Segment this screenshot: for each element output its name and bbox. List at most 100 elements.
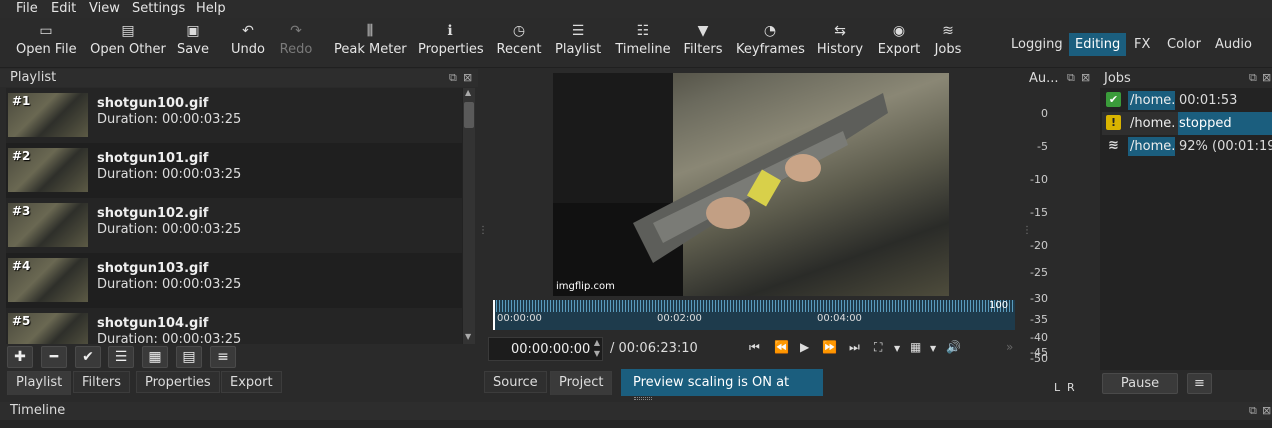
add-button[interactable]: ✚ [7,346,33,368]
scroll-up-icon[interactable]: ▲ [465,88,471,97]
float-icon[interactable]: ⧉ [449,71,457,85]
volume-icon[interactable]: 🔊 [946,340,961,354]
scroll-down-icon[interactable]: ▼ [465,332,471,341]
list-icon: ☰ [114,349,128,365]
item-number: #1 [12,94,31,108]
undo-icon: ↶ [242,23,254,39]
redo-button[interactable]: ↷ Redo [279,18,313,68]
keyframes-button[interactable]: ◔ Keyframes [736,18,805,68]
playlist-item[interactable]: #3 shotgun102.gif Duration: 00:00:03:25 [6,198,462,253]
details-view-button[interactable]: ☰ [108,346,134,368]
tab-project[interactable]: Project [550,371,613,395]
properties-button[interactable]: ℹ Properties [418,18,484,68]
close-icon[interactable]: ⊠ [1262,71,1271,84]
audio-meter-title: Au... [1029,71,1059,86]
timeline-panel-header: Timeline [0,402,1272,420]
scrollbar-thumb[interactable] [464,102,474,128]
total-duration: / 00:06:23:10 [610,341,698,356]
timeline-button[interactable]: ☷ Timeline [615,18,671,68]
disc-icon: ◉ [892,23,906,39]
filter-icon: ▼ [697,23,709,39]
float-icon[interactable]: ⧉ [1067,71,1075,85]
spin-up-icon[interactable]: ▲ [594,338,600,347]
menu-file[interactable]: File [16,1,38,16]
level-label: -5 [1037,140,1048,153]
meter-icon: ⫼ [366,23,374,39]
player-ruler[interactable]: 00:00:00 00:02:00 00:04:00 100 [493,300,1015,330]
tab-source[interactable]: Source [484,371,547,393]
close-icon[interactable]: ⊠ [1081,71,1090,84]
more-icon[interactable]: » [1006,340,1013,354]
list-icon: ☰ [571,23,585,39]
close-icon[interactable]: ⊠ [463,71,472,84]
ruler-label: 00:04:00 [817,313,862,324]
timecode-spinbox[interactable]: 00:00:00:00 ▲ ▼ [488,337,603,361]
playlist-item[interactable]: #4 shotgun103.gif Duration: 00:00:03:25 [6,253,462,308]
float-icon[interactable]: ⧉ [1249,404,1257,418]
float-icon[interactable]: ⧉ [1249,71,1257,85]
remove-button[interactable]: ━ [41,346,67,368]
grid-icon[interactable]: ▦ [910,340,921,354]
item-name: shotgun100.gif [97,96,209,111]
level-label: -20 [1030,239,1048,252]
skip-next-icon[interactable]: ⏭ [849,340,860,355]
rewind-icon[interactable]: ⏪ [774,340,789,354]
item-duration: Duration: 00:00:03:25 [97,277,242,292]
playlist-scrollbar[interactable]: ▲ ▼ [462,88,475,344]
workspace-editing[interactable]: Editing [1069,33,1127,56]
fast-forward-icon[interactable]: ⏩ [822,340,837,354]
update-button[interactable]: ✔ [75,346,101,368]
splitter-handle[interactable]: ⋮ [478,225,488,236]
peak-meter-button[interactable]: ⫼ Peak Meter [334,18,407,68]
playlist-item[interactable]: #5 shotgun104.gif Duration: 00:00:03:25 [6,308,462,344]
job-row[interactable]: ≋ /home... 92% (00:01:19) [1102,135,1272,158]
workspace-logging[interactable]: Logging [1005,33,1069,56]
zoom-dropdown-icon[interactable]: ▼ [894,344,900,353]
undo-button[interactable]: ↶ Undo [229,18,267,68]
tab-filters[interactable]: Filters [73,371,130,393]
video-preview[interactable]: imgflip.com [553,73,949,296]
folder-icon: ▭ [39,23,53,39]
pause-button[interactable]: Pause [1102,373,1178,394]
tab-export[interactable]: Export [221,371,282,393]
tab-properties[interactable]: Properties [136,371,220,393]
menu-help[interactable]: Help [196,1,226,16]
playlist-item[interactable]: #1 shotgun100.gif Duration: 00:00:03:25 [6,88,462,143]
spin-down-icon[interactable]: ▼ [594,349,600,358]
icons-view-button[interactable]: ▦ [142,346,168,368]
close-icon[interactable]: ⊠ [1262,404,1271,417]
workspace-fx[interactable]: FX [1128,33,1156,56]
check-icon: ✔ [1106,92,1121,107]
playlist-button[interactable]: ☰ Playlist [555,18,601,68]
menu-view[interactable]: View [89,1,120,16]
open-other-button[interactable]: ▤ Open Other [89,18,167,68]
playlist-item[interactable]: #2 shotgun101.gif Duration: 00:00:03:25 [6,143,462,198]
jobs-menu-button[interactable]: ≡ [1187,373,1212,394]
open-file-button[interactable]: ▭ Open File [16,18,77,68]
playlist-menu-button[interactable]: ≡ [210,346,236,368]
grid-dropdown-icon[interactable]: ▼ [930,344,936,353]
item-number: #3 [12,204,31,218]
tiles-view-button[interactable]: ▤ [176,346,202,368]
item-duration: Duration: 00:00:03:25 [97,167,242,182]
drag-handle[interactable] [634,397,652,400]
menu-settings[interactable]: Settings [132,1,185,16]
tiles-icon: ▤ [182,349,196,365]
menu-edit[interactable]: Edit [51,1,76,16]
job-row[interactable]: ! /home... stopped [1102,112,1272,135]
history-button[interactable]: ⇆ History [816,18,864,68]
video-frame-art [553,73,888,296]
tab-playlist[interactable]: Playlist [7,371,72,395]
workspace-audio[interactable]: Audio [1209,33,1258,56]
export-button[interactable]: ◉ Export [877,18,921,68]
job-row[interactable]: ✔ /home... 00:01:53 [1102,89,1272,112]
playhead[interactable] [493,300,495,330]
jobs-button[interactable]: ≋ Jobs [932,18,964,68]
recent-button[interactable]: ◷ Recent [496,18,542,68]
skip-previous-icon[interactable]: ⏮ [749,340,760,355]
workspace-color[interactable]: Color [1161,33,1207,56]
play-icon[interactable]: ▶ [800,340,809,354]
zoom-icon[interactable]: ⛶ [874,340,882,355]
save-button[interactable]: ▣ Save [176,18,210,68]
filters-button[interactable]: ▼ Filters [683,18,723,68]
